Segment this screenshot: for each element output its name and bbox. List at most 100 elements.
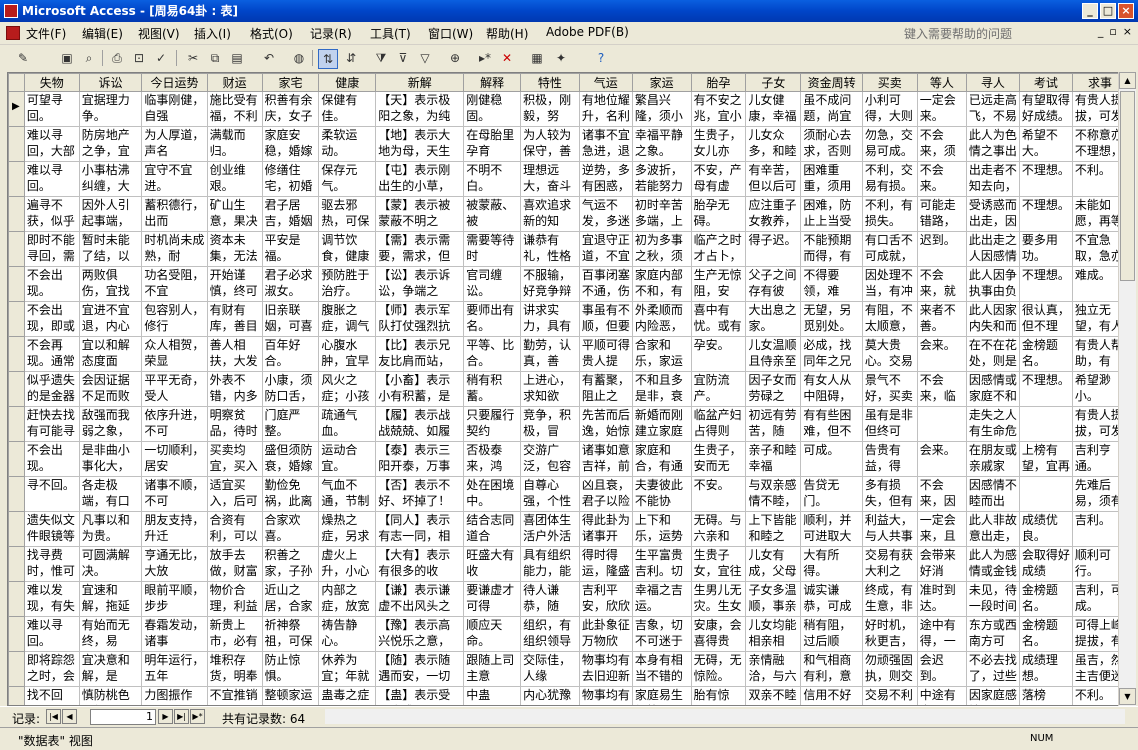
table-cell[interactable]: 开始谨慎，终可 — [206, 266, 263, 302]
table-cell[interactable]: 终成，有生意，非 — [861, 581, 918, 617]
table-cell[interactable]: 胎孕无碍。 — [690, 196, 747, 232]
table-cell[interactable]: 因家庭感情 — [965, 686, 1020, 705]
table-cell[interactable]: 凶且衰，君子以险 — [578, 476, 633, 512]
table-cell[interactable]: 创业维艰。 — [206, 161, 263, 197]
table-row[interactable]: 即时不能寻回，需 暂时未能了结，以 时机尚未成熟，耐 资本未集，无法 平安是福。 调节饮食… — [8, 231, 1128, 267]
table-cell[interactable]: 此人为色情之事出 — [965, 126, 1020, 162]
table-cell[interactable]: 跟随上司主意 — [463, 651, 522, 687]
table-cell[interactable]: 应注重子女教养， — [745, 196, 802, 232]
table-cell[interactable]: 交易不利 — [861, 686, 918, 705]
table-cell[interactable]: 各走极端，有口 — [78, 476, 143, 512]
table-cell[interactable]: 利益大，与人共事 — [861, 511, 918, 547]
table-cell[interactable]: 眼前平顺，步步 — [141, 581, 208, 617]
table-cell[interactable]: 夫妻彼此不能协 — [631, 476, 692, 512]
column-header[interactable]: 家运 — [631, 73, 692, 92]
table-cell[interactable]: 善人相扶，大发 — [206, 336, 263, 372]
table-cell[interactable]: 不理想。 — [1018, 196, 1073, 232]
table-cell[interactable]: 新贵上市，必有 — [206, 616, 263, 652]
table-cell[interactable]: 【比】表示兄友比肩而站，一片 — [375, 336, 465, 372]
table-cell[interactable]: 合资有利，可以 — [206, 511, 263, 547]
table-cell[interactable]: 【天】表示极阳之象，为纯卦 — [375, 91, 465, 127]
table-cell[interactable]: 【师】表示军队打仗强烈抗争之 — [375, 301, 465, 337]
undo-icon[interactable]: ↶ — [260, 49, 278, 67]
table-cell[interactable]: 暂时未能了结，以 — [78, 231, 143, 267]
table-cell[interactable]: 此卦象征万物欣 — [578, 616, 633, 652]
table-cell[interactable]: 此人为感情或金钱 — [965, 546, 1020, 582]
table-cell[interactable]: 不会来。 — [916, 161, 967, 197]
table-cell[interactable]: 顺利，并可进取大 — [800, 511, 863, 547]
help-icon[interactable]: ? — [592, 49, 610, 67]
table-cell[interactable]: 买卖均宜，买入 — [206, 441, 263, 477]
table-cell[interactable]: 不会来，须再待些 — [916, 126, 967, 162]
table-cell[interactable]: 成绩优良。 — [1018, 511, 1073, 547]
table-cell[interactable]: 告贷无门。 — [800, 476, 863, 512]
table-cell[interactable]: 因外人引起事端， — [78, 196, 143, 232]
table-cell[interactable]: 事虽有不顺，但要 — [578, 301, 633, 337]
table-cell[interactable]: 景气不好，买卖 — [861, 371, 918, 407]
table-cell[interactable]: 需要等待时 — [463, 231, 522, 267]
table-cell[interactable]: 中途有变 — [916, 686, 967, 705]
table-cell[interactable]: 【谦】表示谦虚不出风头之意。 — [375, 581, 465, 617]
table-cell[interactable]: 此人因家内失和而 — [965, 301, 1020, 337]
column-header[interactable]: 寻人 — [965, 73, 1020, 92]
record-selector[interactable] — [8, 336, 25, 372]
table-cell[interactable]: 祷告静心。 — [318, 616, 377, 652]
table-cell[interactable]: 合家和乐，家运 — [631, 336, 692, 372]
table-cell[interactable]: 诸事不顺，不可 — [141, 476, 208, 512]
table-cell[interactable]: 功名受阻，不宜 — [141, 266, 208, 302]
record-selector[interactable] — [8, 581, 25, 617]
table-row[interactable]: 不会出现。 两败俱伤，宜找 功名受阻，不宜 开始谨慎，终可 君子必求淑女。 预防胜于治疗。… — [8, 266, 1128, 302]
new-record-button[interactable]: ▶* — [190, 709, 205, 724]
table-cell[interactable]: 交际佳，人缘 — [520, 651, 580, 687]
column-header[interactable]: 解释 — [463, 73, 522, 92]
table-cell[interactable]: 难以寻回。 — [23, 161, 80, 197]
design-view-icon[interactable]: ✎ — [14, 49, 32, 67]
table-cell[interactable]: 先苦而后逸，始惊 — [578, 406, 633, 442]
table-cell[interactable]: 因处理不当，有冲 — [861, 266, 918, 302]
table-row[interactable]: 似乎遗失的是金器 会因证据不足而败 平平无奇，受人 外表不错，内多 小康，须防口舌， 风火… — [8, 371, 1128, 407]
record-selector[interactable] — [8, 371, 25, 407]
table-cell[interactable]: 适宜买入，后可 — [206, 476, 263, 512]
menu-edit[interactable]: 编辑(E) — [82, 25, 123, 42]
spelling-icon[interactable]: ✓ — [152, 49, 170, 67]
table-cell[interactable]: 不得要领，难 — [800, 266, 863, 302]
table-row[interactable]: 不会出现。 是非曲小事化大， 一切顺利，居安 买卖均宜，买入 盛但须防衰，婚嫁 运动合宜。… — [8, 441, 1128, 477]
column-header[interactable]: 财运 — [206, 73, 263, 92]
next-record-button[interactable]: ▶ — [158, 709, 173, 724]
menu-help[interactable]: 帮助(H) — [486, 25, 528, 42]
table-cell[interactable]: 难以发现，有失 — [23, 581, 80, 617]
table-cell[interactable]: 家庭易生纷扰 — [631, 686, 692, 705]
table-row[interactable]: ▶ 可望寻回。 宜据理力争。 临事刚健，自强 施比受有福，不利 积善有余庆，女子 保健有佳。… — [8, 91, 1128, 127]
table-cell[interactable]: 旺盛大有收 — [463, 546, 522, 582]
table-cell[interactable] — [1018, 476, 1073, 512]
table-cell[interactable]: 生贵子女，宜往 — [690, 546, 747, 582]
horizontal-scrollbar[interactable] — [325, 709, 1125, 724]
table-cell[interactable]: 儿女温顺且侍亲至 — [745, 336, 802, 372]
table-cell[interactable]: 此出走之人因感情 — [965, 231, 1020, 267]
table-cell[interactable]: 内心犹豫 — [520, 686, 580, 705]
select-all-corner[interactable] — [8, 73, 25, 92]
table-cell[interactable]: 勿急，交易可成。 — [861, 126, 918, 162]
table-cell[interactable]: 被蒙蔽、被 — [463, 196, 522, 232]
table-cell[interactable] — [916, 406, 967, 442]
table-cell[interactable]: 朋友支持，升迁 — [141, 511, 208, 547]
table-cell[interactable]: 稍有积蓄。 — [463, 371, 522, 407]
table-cell[interactable]: 有始而无终，易 — [78, 616, 143, 652]
table-row[interactable]: 难以发现，有失 宜速和解，拖延 眼前平顺，步步 物价合理，利益 近山之居，合家 内部之症，… — [8, 581, 1128, 617]
table-cell[interactable]: 受诱惑而出走，因 — [965, 196, 1020, 232]
table-cell[interactable]: 理想远大，奋斗 — [520, 161, 580, 197]
table-cell[interactable]: 【小畜】表示小有积蓄，是个小 — [375, 371, 465, 407]
table-cell[interactable]: 资本未集，无法 — [206, 231, 263, 267]
table-cell[interactable]: 内部之症，放宽 — [318, 581, 377, 617]
vertical-scrollbar[interactable]: ▲ ▼ — [1118, 72, 1136, 706]
table-cell[interactable]: 此人非故意出走， — [965, 511, 1020, 547]
table-cell[interactable]: 门庭严整。 — [261, 406, 320, 442]
table-cell[interactable]: 多波折，若能努力 — [631, 161, 692, 197]
record-selector[interactable] — [8, 651, 25, 687]
copy-icon[interactable]: ⧉ — [206, 49, 224, 67]
column-header[interactable]: 新解 — [375, 73, 465, 92]
table-cell[interactable]: 逆势，多有困惑， — [578, 161, 633, 197]
table-cell[interactable] — [1018, 406, 1073, 442]
table-cell[interactable]: 交游广泛，包容 — [520, 441, 580, 477]
minimize-button[interactable]: _ — [1082, 3, 1098, 19]
